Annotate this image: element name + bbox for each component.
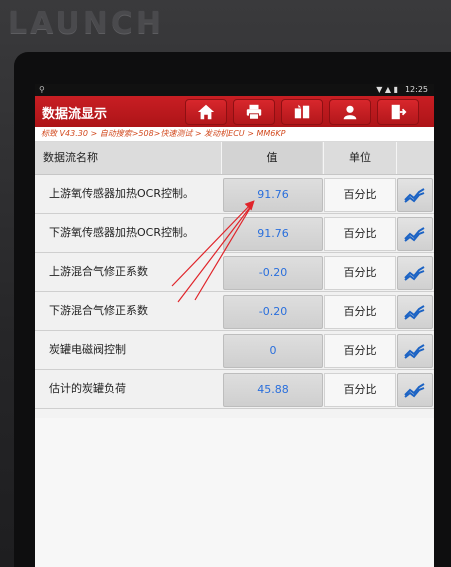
usb-icon: ⚲ xyxy=(39,85,45,94)
header-value: 值 xyxy=(221,142,322,174)
row-value[interactable]: -0.20 xyxy=(223,256,323,290)
row-name: 估计的炭罐负荷 xyxy=(49,382,126,395)
row-value[interactable]: 0 xyxy=(223,334,323,368)
brand-logo: LAUNCH xyxy=(8,6,165,41)
header-unit: 单位 xyxy=(323,142,396,174)
printer-icon xyxy=(246,104,262,120)
graph-icon xyxy=(404,266,425,281)
graph-button[interactable] xyxy=(397,217,433,251)
row-unit: 百分比 xyxy=(324,334,396,368)
status-bar: ⚲ ▼ ▲ ▮ 12:25 xyxy=(35,84,434,96)
row-unit: 百分比 xyxy=(324,217,396,251)
table-row: 上游混合气修正系数 -0.20 百分比 xyxy=(35,253,434,292)
table-header: 数据流名称 值 单位 xyxy=(35,142,434,175)
graph-icon xyxy=(404,344,425,359)
row-value[interactable]: -0.20 xyxy=(223,295,323,329)
signal-indicator: ▼ ▲ ▮ xyxy=(376,85,398,94)
graph-button[interactable] xyxy=(397,334,433,368)
graph-icon xyxy=(404,383,425,398)
row-name: 下游混合气修正系数 xyxy=(49,304,148,317)
title-bar: 数据流显示 xyxy=(35,96,434,127)
data-stream-table: 数据流名称 值 单位 上游氧传感器加热OCR控制。 91.76 百分比 下游氧传… xyxy=(35,142,434,409)
screenshot-button[interactable] xyxy=(281,99,323,125)
header-name: 数据流名称 xyxy=(43,151,98,164)
table-row: 下游氧传感器加热OCR控制。 91.76 百分比 xyxy=(35,214,434,253)
graph-button[interactable] xyxy=(397,373,433,407)
print-button[interactable] xyxy=(233,99,275,125)
graph-button[interactable] xyxy=(397,256,433,290)
row-unit: 百分比 xyxy=(324,256,396,290)
row-unit: 百分比 xyxy=(324,373,396,407)
row-unit: 百分比 xyxy=(324,178,396,212)
header-graph xyxy=(396,142,434,174)
user-button[interactable] xyxy=(329,99,371,125)
row-name: 上游混合气修正系数 xyxy=(49,265,148,278)
graph-icon xyxy=(404,227,425,242)
row-name: 下游氧传感器加热OCR控制。 xyxy=(49,226,194,239)
exit-button[interactable] xyxy=(377,99,419,125)
home-icon xyxy=(197,104,215,120)
empty-area xyxy=(35,418,434,567)
row-value[interactable]: 45.88 xyxy=(223,373,323,407)
screenshot-icon xyxy=(294,104,310,119)
row-name: 上游氧传感器加热OCR控制。 xyxy=(49,187,194,200)
row-value[interactable]: 91.76 xyxy=(223,217,323,251)
graph-icon xyxy=(404,305,425,320)
table-row: 估计的炭罐负荷 45.88 百分比 xyxy=(35,370,434,409)
table-row: 炭罐电磁阀控制 0 百分比 xyxy=(35,331,434,370)
table-row: 下游混合气修正系数 -0.20 百分比 xyxy=(35,292,434,331)
graph-button[interactable] xyxy=(397,295,433,329)
graph-icon xyxy=(404,188,425,203)
graph-button[interactable] xyxy=(397,178,433,212)
row-name: 炭罐电磁阀控制 xyxy=(49,343,126,356)
page-title: 数据流显示 xyxy=(42,107,108,122)
user-icon xyxy=(343,105,357,120)
status-time: 12:25 xyxy=(404,85,428,94)
row-unit: 百分比 xyxy=(324,295,396,329)
screen: ⚲ ▼ ▲ ▮ 12:25 数据流显示 标致 V43.30 > 自动搜索>508… xyxy=(35,84,434,567)
breadcrumb: 标致 V43.30 > 自动搜索>508>快速测试 > 发动机ECU > MM6… xyxy=(35,127,434,142)
device-frame: LAUNCH ⚲ ▼ ▲ ▮ 12:25 数据流显示 标致 V43.30 > 自… xyxy=(0,0,451,567)
exit-icon xyxy=(391,104,407,120)
home-button[interactable] xyxy=(185,99,227,125)
row-value[interactable]: 91.76 xyxy=(223,178,323,212)
table-row: 上游氧传感器加热OCR控制。 91.76 百分比 xyxy=(35,175,434,214)
